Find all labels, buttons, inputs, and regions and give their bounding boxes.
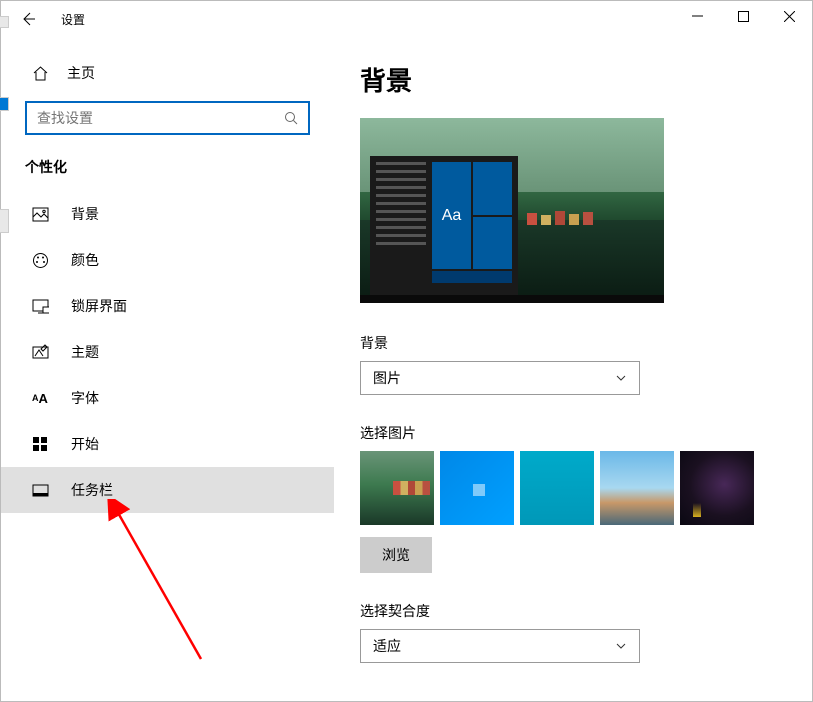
back-button[interactable] <box>13 4 43 34</box>
sidebar: 主页 个性化 背景 颜色 锁屏界面 <box>1 37 334 701</box>
background-type-dropdown[interactable]: 图片 <box>360 361 640 395</box>
nav-start[interactable]: 开始 <box>1 421 334 467</box>
desktop-preview: Aa <box>360 118 664 303</box>
nav-lockscreen[interactable]: 锁屏界面 <box>1 283 334 329</box>
search-icon <box>284 111 298 125</box>
titlebar: 设置 <box>1 1 812 37</box>
search-box[interactable] <box>25 101 310 135</box>
chevron-down-icon <box>615 372 627 384</box>
nav-background[interactable]: 背景 <box>1 191 334 237</box>
nav-taskbar[interactable]: 任务栏 <box>1 467 334 513</box>
start-icon <box>31 435 49 453</box>
browse-button[interactable]: 浏览 <box>360 537 432 573</box>
theme-icon <box>31 343 49 361</box>
dropdown-value: 适应 <box>373 636 401 656</box>
maximize-button[interactable] <box>720 1 766 31</box>
dropdown-value: 图片 <box>373 368 401 388</box>
nav-label: 颜色 <box>71 250 99 270</box>
nav-fonts[interactable]: AA 字体 <box>1 375 334 421</box>
nav-label: 字体 <box>71 388 99 408</box>
section-header: 个性化 <box>1 157 334 191</box>
home-link[interactable]: 主页 <box>1 53 334 93</box>
background-type-label: 背景 <box>360 333 786 353</box>
chevron-down-icon <box>615 640 627 652</box>
palette-icon <box>31 251 49 269</box>
search-input[interactable] <box>37 110 284 126</box>
nav-label: 主题 <box>71 342 99 362</box>
nav-label: 背景 <box>71 204 99 224</box>
nav-themes[interactable]: 主题 <box>1 329 334 375</box>
nav-label: 锁屏界面 <box>71 296 127 316</box>
preview-sample-tile: Aa <box>432 162 471 269</box>
picture-thumb-1[interactable] <box>360 451 434 525</box>
window-controls <box>674 1 812 31</box>
fit-label: 选择契合度 <box>360 601 786 621</box>
font-icon: AA <box>31 389 49 407</box>
page-title: 背景 <box>360 61 786 98</box>
nav-label: 开始 <box>71 434 99 454</box>
fit-dropdown[interactable]: 适应 <box>360 629 640 663</box>
image-icon <box>31 205 49 223</box>
close-button[interactable] <box>766 1 812 31</box>
picture-thumb-4[interactable] <box>600 451 674 525</box>
choose-picture-label: 选择图片 <box>360 423 786 443</box>
picture-thumbnails <box>360 451 786 525</box>
taskbar-icon <box>31 481 49 499</box>
home-icon <box>31 64 49 82</box>
nav-colors[interactable]: 颜色 <box>1 237 334 283</box>
picture-thumb-3[interactable] <box>520 451 594 525</box>
home-label: 主页 <box>67 63 95 83</box>
content-area: 背景 Aa 背景 图片 <box>334 37 812 701</box>
nav-label: 任务栏 <box>71 480 113 500</box>
window-title: 设置 <box>61 11 85 28</box>
picture-thumb-2[interactable] <box>440 451 514 525</box>
minimize-button[interactable] <box>674 1 720 31</box>
lockscreen-icon <box>31 297 49 315</box>
picture-thumb-5[interactable] <box>680 451 754 525</box>
